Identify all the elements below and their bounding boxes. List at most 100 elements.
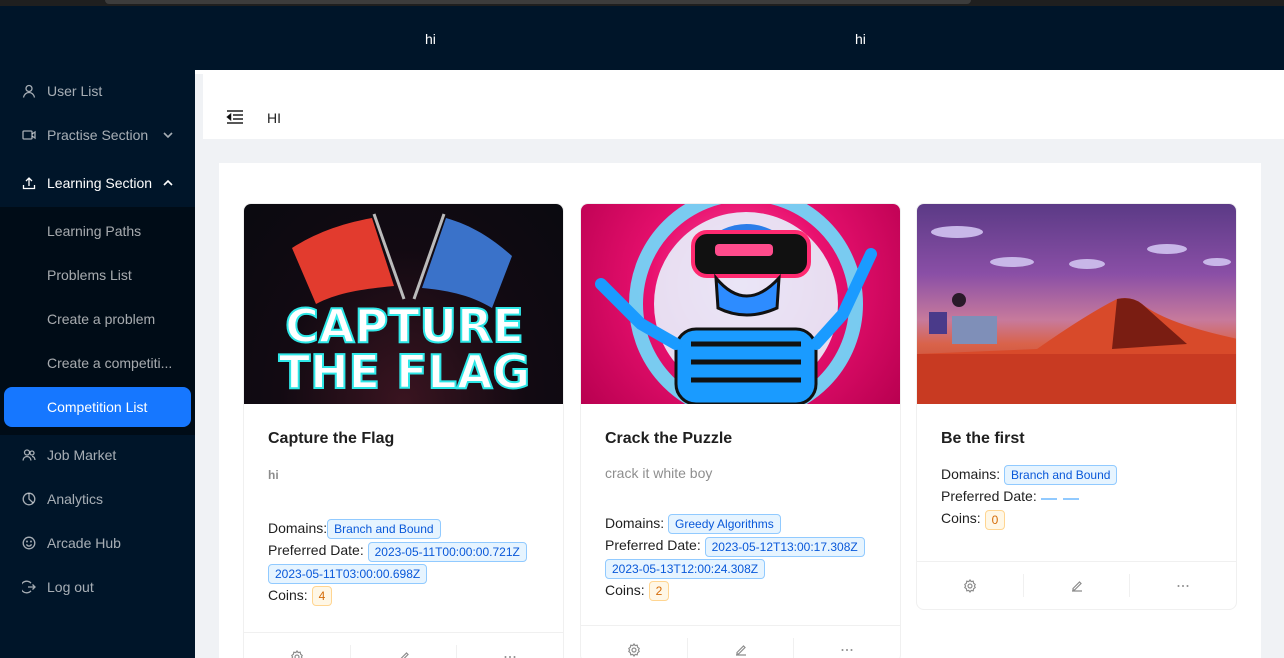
preferred-date-label: Preferred Date: bbox=[941, 488, 1037, 505]
content-header-top bbox=[203, 74, 1284, 96]
card-title: Be the first bbox=[941, 430, 1025, 447]
card-actions bbox=[917, 561, 1236, 609]
card-title: Crack the Puzzle bbox=[605, 430, 733, 447]
top-header: hi hi bbox=[0, 6, 1284, 70]
date-tag: 2023-05-13T12:00:24.308Z bbox=[605, 558, 766, 579]
sidebar-subitem-create-competition[interactable]: Create a competiti... bbox=[0, 343, 195, 383]
mars-desert-image bbox=[917, 226, 1236, 404]
card-coins: Coins: 2 bbox=[605, 579, 876, 602]
edit-button[interactable] bbox=[351, 645, 458, 658]
sidebar-subitem-competition-list[interactable]: Competition List bbox=[4, 387, 191, 427]
team-icon bbox=[22, 448, 36, 462]
domain-tag: Greedy Algorithms bbox=[668, 514, 781, 535]
header-text-left: hi bbox=[425, 31, 436, 47]
coins-label: Coins: bbox=[268, 586, 308, 603]
settings-button[interactable] bbox=[917, 574, 1024, 597]
sidebar-item-analytics[interactable]: Analytics bbox=[0, 479, 195, 519]
card-coins: Coins: 4 bbox=[268, 584, 539, 607]
ellipsis-icon bbox=[504, 655, 516, 658]
page-title: HI bbox=[267, 110, 281, 126]
more-button[interactable] bbox=[457, 645, 563, 658]
video-camera-icon bbox=[22, 128, 36, 142]
sidebar-item-label: Arcade Hub bbox=[47, 535, 121, 551]
card-preferred-date: Preferred Date: 2023-05-12T13:00:17.308Z bbox=[605, 534, 876, 557]
sidebar-item-label: Practise Section bbox=[47, 127, 149, 143]
card-cover-image bbox=[581, 204, 900, 404]
card-cover-image bbox=[917, 204, 1236, 404]
competition-card[interactable]: Crack the Puzzle crack it white boy Doma… bbox=[580, 203, 901, 658]
card-date-extra: 2023-05-11T03:00:00.698Z bbox=[268, 562, 539, 584]
sidebar-subitem-create-problem[interactable]: Create a problem bbox=[0, 299, 195, 339]
sidebar-subitem-learning-paths[interactable]: Learning Paths bbox=[0, 211, 195, 251]
sidebar-item-label: Analytics bbox=[47, 491, 104, 507]
coins-tag: 4 bbox=[311, 586, 333, 607]
card-domains: Domains: Branch and Bound bbox=[941, 463, 1212, 486]
content-header: HI bbox=[203, 96, 1284, 139]
preferred-date-label: Preferred Date: bbox=[268, 542, 364, 559]
date-tag: 2023-05-11T00:00:00.721Z bbox=[367, 541, 527, 562]
setting-icon bbox=[627, 642, 640, 657]
card-date-extra: 2023-05-13T12:00:24.308Z bbox=[605, 557, 876, 579]
coins-tag: 2 bbox=[648, 581, 670, 602]
card-preferred-date: Preferred Date: 2023-05-11T00:00:00.721Z bbox=[268, 539, 539, 562]
cover-text-line-2: THE FLAG bbox=[279, 345, 530, 399]
browser-tab-strip bbox=[105, 0, 971, 4]
sidebar-item-practise-section[interactable]: Practise Section bbox=[0, 115, 195, 155]
card-preferred-date: Preferred Date: bbox=[941, 485, 1212, 507]
header-text-right: hi bbox=[855, 31, 866, 47]
edit-icon bbox=[399, 651, 409, 658]
competition-card[interactable]: CAPTURE THE FLAG Capture the Flag hi Dom… bbox=[243, 203, 564, 658]
preferred-date-label: Preferred Date: bbox=[605, 537, 701, 554]
upload-icon bbox=[22, 176, 36, 190]
card-domains: Domains: Greedy Algorithms bbox=[605, 512, 876, 535]
sidebar-item-log-out[interactable]: Log out bbox=[0, 567, 195, 607]
edit-button[interactable] bbox=[688, 638, 795, 658]
smile-icon bbox=[22, 536, 36, 550]
sidebar-item-learning-section[interactable]: Learning Section bbox=[0, 163, 195, 203]
capture-the-flag-image: CAPTURE THE FLAG bbox=[278, 213, 531, 400]
coins-label: Coins: bbox=[941, 510, 981, 527]
competition-card[interactable]: Be the first Domains: Branch and Bound P… bbox=[916, 203, 1237, 610]
pie-chart-icon bbox=[22, 492, 36, 506]
card-actions bbox=[581, 625, 900, 658]
skeleton-vr-image bbox=[595, 204, 877, 404]
logout-icon bbox=[22, 580, 36, 594]
domains-label: Domains: bbox=[268, 520, 328, 536]
card-coins: Coins: 0 bbox=[941, 507, 1212, 530]
sidebar-item-arcade-hub[interactable]: Arcade Hub bbox=[0, 523, 195, 563]
user-icon bbox=[22, 84, 36, 98]
domains-label: Domains: bbox=[941, 466, 1001, 482]
ellipsis-icon bbox=[1177, 584, 1189, 587]
edit-button[interactable] bbox=[1024, 574, 1131, 597]
date-tag: 2023-05-11T03:00:00.698Z bbox=[268, 563, 428, 584]
date-tag-empty bbox=[1040, 496, 1057, 500]
edit-icon bbox=[1071, 580, 1082, 592]
date-tag-empty bbox=[1062, 496, 1079, 500]
sidebar: User List Practise Section Learning Sect… bbox=[0, 70, 195, 658]
card-description: crack it white boy bbox=[605, 465, 713, 481]
menu-fold-icon[interactable] bbox=[226, 109, 244, 125]
setting-icon bbox=[290, 649, 303, 658]
settings-button[interactable] bbox=[581, 638, 688, 658]
domains-label: Domains: bbox=[605, 515, 665, 531]
card-domains: Domains: Branch and Bound bbox=[268, 517, 539, 540]
card-title: Capture the Flag bbox=[268, 430, 395, 447]
domain-tag: Branch and Bound bbox=[1004, 465, 1118, 486]
coins-tag: 0 bbox=[984, 509, 1006, 530]
setting-icon bbox=[963, 578, 976, 593]
ellipsis-icon bbox=[841, 648, 853, 651]
domain-tag: Branch and Bound bbox=[327, 519, 441, 540]
sidebar-item-label: Log out bbox=[47, 579, 94, 595]
sidebar-item-user-list[interactable]: User List bbox=[0, 71, 195, 111]
sidebar-item-label: User List bbox=[47, 83, 103, 99]
edit-icon bbox=[735, 644, 746, 656]
sidebar-item-label: Job Market bbox=[47, 447, 117, 463]
sidebar-item-label: Learning Section bbox=[47, 175, 153, 191]
settings-button[interactable] bbox=[244, 645, 351, 658]
sidebar-item-job-market[interactable]: Job Market bbox=[0, 435, 195, 475]
more-button[interactable] bbox=[1130, 574, 1236, 597]
sidebar-subitem-problems-list[interactable]: Problems List bbox=[0, 255, 195, 295]
date-tag: 2023-05-12T13:00:17.308Z bbox=[704, 536, 865, 557]
chevron-up-icon bbox=[163, 179, 173, 186]
more-button[interactable] bbox=[794, 638, 900, 658]
